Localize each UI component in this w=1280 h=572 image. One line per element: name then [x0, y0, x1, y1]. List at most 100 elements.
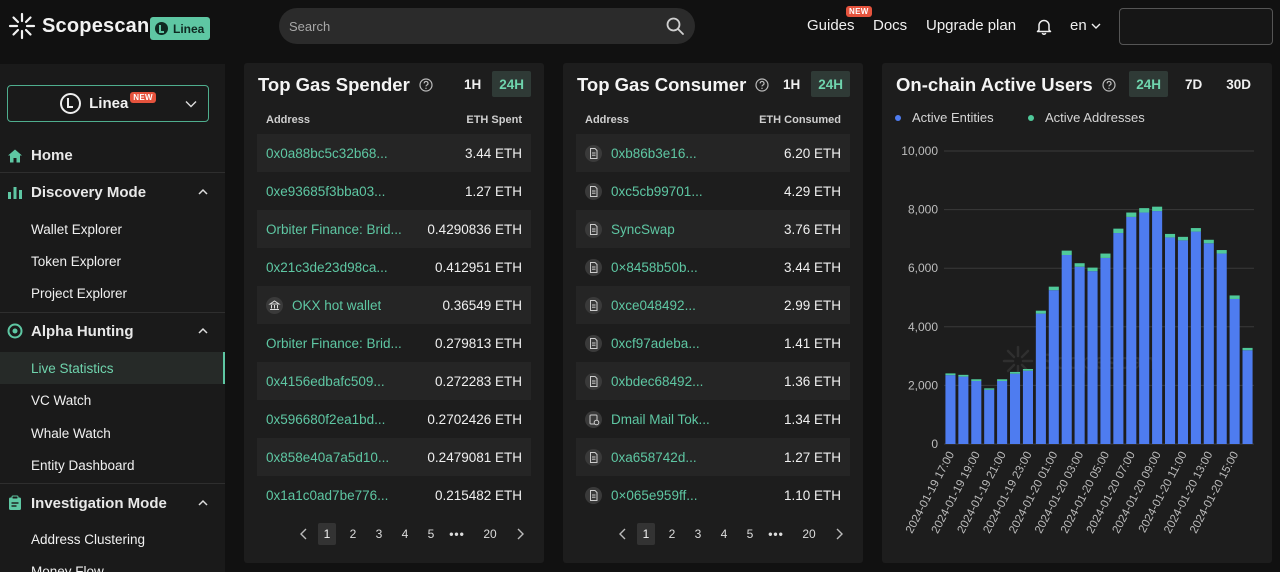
sidebar-item-address-clustering[interactable]: Address Clustering — [0, 523, 225, 555]
next-page-icon[interactable] — [829, 523, 849, 545]
tab-1h[interactable]: 1H — [776, 71, 807, 97]
page-button[interactable]: 3 — [685, 523, 711, 545]
prev-page-icon[interactable] — [613, 523, 633, 545]
address-link[interactable]: 0x0a88bc5c32b68... — [266, 146, 388, 161]
table-row[interactable]: 0x4156edbafc509... 0.272283 ETH — [257, 362, 531, 400]
table-row[interactable]: 0×8458b50b... 3.44 ETH — [576, 248, 850, 286]
table-row[interactable]: 0×065e959ff... 1.10 ETH — [576, 476, 850, 514]
address-link[interactable]: 0xe93685f3bba03... — [266, 184, 385, 199]
table-row[interactable]: 0xce048492... 2.99 ETH — [576, 286, 850, 324]
prev-page-icon[interactable] — [294, 523, 314, 545]
tab-24h[interactable]: 24H — [492, 71, 531, 97]
bell-icon[interactable] — [1036, 18, 1052, 35]
eth-value: 3.44 ETH — [783, 259, 841, 275]
address-link[interactable]: 0x596680f2ea1bd... — [266, 412, 385, 427]
sidebar-item-live-statistics[interactable]: Live Statistics — [0, 352, 225, 384]
section-alpha-hunting[interactable]: Alpha Hunting — [0, 315, 225, 347]
search-bar[interactable] — [279, 8, 695, 44]
table-row[interactable]: SyncSwap 3.76 ETH — [576, 210, 850, 248]
table-row[interactable]: 0x1a1c0ad7be776... 0.215482 ETH — [257, 476, 531, 514]
page-button[interactable]: 5 — [418, 523, 444, 545]
table-row[interactable]: OKX hot wallet 0.36549 ETH — [257, 286, 531, 324]
page-button[interactable]: 2 — [659, 523, 685, 545]
table-row[interactable]: 0xc5cb99701... 4.29 ETH — [576, 172, 850, 210]
address-link[interactable]: 0xb86b3e16... — [611, 146, 697, 161]
bank-icon — [266, 296, 283, 314]
sidebar-item-vc-watch[interactable]: VC Watch — [0, 384, 225, 416]
page-button-last[interactable]: 20 — [789, 523, 829, 545]
page-button[interactable]: 2 — [340, 523, 366, 545]
table-row[interactable]: Orbiter Finance: Brid... 0.279813 ETH — [257, 324, 531, 362]
page-button[interactable]: 1 — [318, 523, 336, 545]
address-link[interactable]: 0xc5cb99701... — [611, 184, 703, 199]
page-button[interactable]: 4 — [711, 523, 737, 545]
page-button[interactable]: 5 — [737, 523, 763, 545]
brand-logo[interactable]: Scopescan — [8, 12, 149, 40]
address-link[interactable]: SyncSwap — [611, 222, 675, 237]
address-link[interactable]: 0x21c3de23d98ca... — [266, 260, 388, 275]
tab-1h[interactable]: 1H — [457, 71, 488, 97]
page-button[interactable]: 1 — [637, 523, 655, 545]
section-investigation-mode[interactable]: Investigation Mode — [0, 487, 225, 519]
top-gas-consumer-card: Top Gas Consumer 1H 24H Address ETH Cons… — [563, 63, 863, 563]
address-link[interactable]: 0x4156edbafc509... — [266, 374, 385, 389]
chain-badge[interactable]: Linea — [150, 17, 211, 40]
table-row[interactable]: Orbiter Finance: Brid... 0.4290836 ETH — [257, 210, 531, 248]
help-icon[interactable] — [419, 78, 433, 92]
address-link[interactable]: 0x1a1c0ad7be776... — [266, 488, 388, 503]
tab-24h[interactable]: 24H — [811, 71, 850, 97]
page-ellipsis[interactable]: ••• — [444, 523, 470, 545]
nav-upgrade-plan[interactable]: Upgrade plan — [926, 17, 1016, 34]
divider — [0, 312, 225, 313]
help-icon[interactable] — [755, 78, 769, 92]
address-link[interactable]: Dmail Mail Tok... — [611, 412, 710, 427]
chain-selector[interactable]: Linea NEW — [7, 85, 209, 122]
address-link[interactable]: 0xbdec68492... — [611, 374, 703, 389]
address-link[interactable]: 0xa658742d... — [611, 450, 697, 465]
table-row[interactable]: 0x858e40a7a5d10... 0.2479081 ETH — [257, 438, 531, 476]
table-row[interactable]: Dmail Mail Tok... 1.34 ETH — [576, 400, 850, 438]
page-button[interactable]: 3 — [366, 523, 392, 545]
table-row[interactable]: 0xb86b3e16... 6.20 ETH — [576, 134, 850, 172]
address-link[interactable]: Orbiter Finance: Brid... — [266, 336, 402, 351]
table-row[interactable]: 0xa658742d... 1.27 ETH — [576, 438, 850, 476]
address-link[interactable]: 0xcf97adeba... — [611, 336, 700, 351]
account-box[interactable] — [1119, 8, 1273, 45]
page-button-last[interactable]: 20 — [470, 523, 510, 545]
address-link[interactable]: Orbiter Finance: Brid... — [266, 222, 402, 237]
bar-active-entities — [1113, 233, 1124, 444]
chevron-down-icon — [1091, 23, 1101, 29]
address-link[interactable]: OKX hot wallet — [292, 298, 381, 313]
section-discovery-mode[interactable]: Discovery Mode — [0, 176, 225, 208]
address-link[interactable]: 0×065e959ff... — [611, 488, 697, 503]
sidebar-item-entity-dashboard[interactable]: Entity Dashboard — [0, 449, 225, 481]
address-link[interactable]: 0x858e40a7a5d10... — [266, 450, 389, 465]
table-row[interactable]: 0xcf97adeba... 1.41 ETH — [576, 324, 850, 362]
table-row[interactable]: 0xbdec68492... 1.36 ETH — [576, 362, 850, 400]
page-ellipsis[interactable]: ••• — [763, 523, 789, 545]
page-button[interactable]: 4 — [392, 523, 418, 545]
table-row[interactable]: 0xe93685f3bba03... 1.27 ETH — [257, 172, 531, 210]
sidebar-item-whale-watch[interactable]: Whale Watch — [0, 417, 225, 449]
search-icon[interactable] — [665, 16, 685, 36]
sidebar-item-money-flow[interactable]: Money Flow — [0, 555, 225, 572]
sidebar-item-project-explorer[interactable]: Project Explorer — [0, 277, 225, 309]
bar-active-entities — [1126, 216, 1137, 444]
eth-value: 0.4290836 ETH — [427, 221, 522, 237]
sidebar-item-token-explorer[interactable]: Token Explorer — [0, 245, 225, 277]
address-link[interactable]: 0xce048492... — [611, 298, 696, 313]
table-row[interactable]: 0x596680f2ea1bd... 0.2702426 ETH — [257, 400, 531, 438]
next-page-icon[interactable] — [510, 523, 530, 545]
bar-chart-icon — [8, 187, 22, 199]
bar-active-addresses — [1010, 371, 1021, 374]
address-link[interactable]: 0×8458b50b... — [611, 260, 698, 275]
bar-active-addresses — [1152, 206, 1163, 212]
nav-guides[interactable]: Guides — [807, 17, 855, 34]
sidebar-item-home[interactable]: Home — [7, 147, 73, 164]
table-row[interactable]: 0x0a88bc5c32b68... 3.44 ETH — [257, 134, 531, 172]
table-row[interactable]: 0x21c3de23d98ca... 0.412951 ETH — [257, 248, 531, 286]
language-selector[interactable]: en — [1070, 17, 1101, 34]
nav-docs[interactable]: Docs — [873, 17, 907, 34]
search-input[interactable] — [289, 18, 665, 34]
sidebar-item-wallet-explorer[interactable]: Wallet Explorer — [0, 213, 225, 245]
